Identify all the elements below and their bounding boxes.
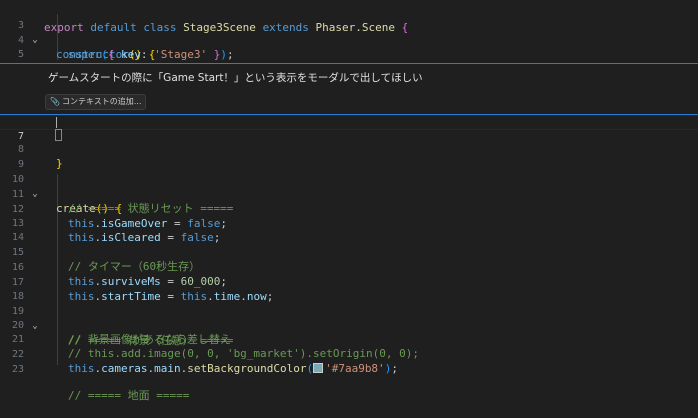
code-line: 15 // タイマー（60秒生存） — [0, 231, 698, 274]
code-line: 16 this.surviveMs = 60_000; — [0, 246, 698, 289]
code-line: 18 — [0, 275, 698, 302]
code-token: // ===== 地面 ===== — [68, 389, 190, 402]
code-line: 21 // this.add.image(0, 0, 'bg_market').… — [0, 318, 698, 361]
code-line: 13 this.isCleared = false; — [0, 202, 698, 245]
code-line: 12 this.isGameOver = false; — [0, 188, 698, 231]
add-context-button[interactable]: 📎 コンテキストの追加... — [45, 94, 147, 110]
chat-prompt-input[interactable]: ゲームスタートの際に「Game Start！」という表示をモーダルで出してほしい — [48, 70, 423, 85]
code-line: 19 ⌄ // ===== 背景（任意） ===== — [0, 290, 698, 347]
code-editor[interactable]: export default class Stage3Scene extends… — [0, 0, 698, 402]
code-line: 9 — [0, 143, 698, 170]
code-line: 3 ⌄ constructor() { — [0, 4, 698, 61]
code-line: 11 // ===== 状態リセット ===== — [0, 173, 698, 216]
add-context-label: コンテキストの追加... — [61, 97, 142, 106]
code-content: // ===== 地面 ===== — [68, 389, 189, 404]
inline-chat-widget: ゲームスタートの際に「Game Start！」という表示をモーダルで出してほしい… — [0, 63, 698, 115]
text-cursor — [56, 117, 57, 128]
paperclip-icon: 📎 — [50, 97, 60, 106]
code-line: 10 ⌄ create() { — [0, 158, 698, 215]
code-line: 17 this.startTime = this.time.now; — [0, 261, 698, 304]
code-line: 14 — [0, 216, 698, 243]
code-line: 20 // 背景画像があるなら差し替え — [0, 304, 698, 347]
code-line: 5 — [0, 33, 698, 60]
code-line: 22 this.cameras.main.setBackgroundColor(… — [0, 333, 698, 376]
code-line: // ===== 地面 ===== — [0, 360, 698, 402]
code-line: 6 // ここは restart で呼ばれないので、状態は create() で… — [0, 47, 698, 90]
code-line: 4 super({ key: 'Stage3' }); — [0, 19, 698, 62]
code-line: 8 } — [0, 128, 698, 171]
